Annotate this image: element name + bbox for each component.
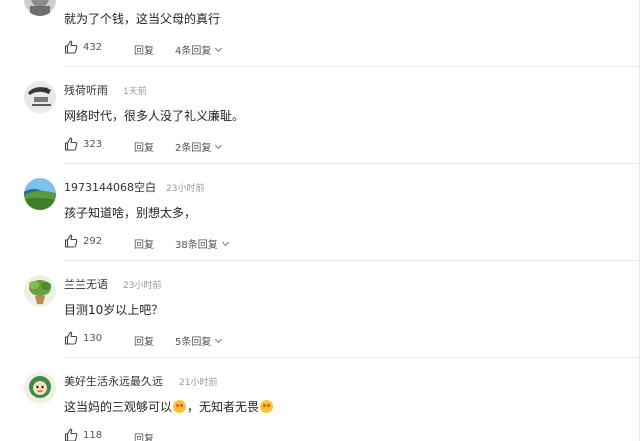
comment-text: 孩子知道啥，别想太多， xyxy=(64,206,197,220)
thumbs-up-icon xyxy=(64,234,78,248)
plant-avatar-icon xyxy=(24,275,56,307)
timestamp: 23小时前 xyxy=(166,184,205,194)
angry-face-emoji-icon xyxy=(173,400,187,413)
like-button[interactable]: 432 xyxy=(64,40,102,54)
reply-button[interactable]: 回复 xyxy=(134,236,154,251)
view-replies-button[interactable]: 2条回复 xyxy=(175,139,223,154)
like-button[interactable]: 323 xyxy=(64,137,102,151)
replies-count-label: 4条回复 xyxy=(175,46,212,57)
chevron-down-icon xyxy=(215,44,223,53)
angry-face-emoji-icon xyxy=(260,400,274,413)
comment-list: 就为了个钱，这当父母的真行 432 回复 4条回复 残荷听雨 1天前 网络时代，… xyxy=(0,0,640,441)
comment-text: 网络时代，很多人没了礼义廉耻。 xyxy=(64,109,245,123)
reply-button[interactable]: 回复 xyxy=(134,333,154,348)
chevron-down-icon xyxy=(215,141,223,150)
avatar[interactable] xyxy=(24,372,56,404)
comment-item: 残荷听雨 1天前 网络时代，很多人没了礼义廉耻。 323 回复 2条回复 xyxy=(0,67,640,164)
avatar[interactable] xyxy=(24,178,56,210)
user-avatar-partial-icon xyxy=(24,0,56,16)
like-count: 118 xyxy=(83,429,103,441)
timestamp: 23小时前 xyxy=(123,281,162,291)
timestamp: 1天前 xyxy=(123,87,147,97)
like-button[interactable]: 130 xyxy=(64,331,102,345)
comment-item: 1973144068空白 23小时前 孩子知道啥，别想太多， 292 回复 38… xyxy=(0,164,640,261)
comment-item: 就为了个钱，这当父母的真行 432 回复 4条回复 xyxy=(0,0,640,67)
reply-button[interactable]: 回复 xyxy=(134,430,154,441)
replies-count-label: 38条回复 xyxy=(175,240,218,251)
timestamp: 21小时前 xyxy=(179,378,218,388)
avatar[interactable] xyxy=(24,0,56,16)
comment-text: 目测10岁以上吧？ xyxy=(64,303,164,317)
landscape-avatar-icon xyxy=(24,178,56,210)
reply-button[interactable]: 回复 xyxy=(134,139,154,154)
avatar[interactable] xyxy=(24,81,56,113)
comment-text: 这当妈的三观够可以 ，无知者无畏 xyxy=(64,398,274,415)
comment-text-part: 这当妈的三观够可以 xyxy=(64,400,173,414)
cartoon-avatar-icon xyxy=(24,372,56,404)
view-replies-button[interactable]: 38条回复 xyxy=(175,236,229,251)
avatar[interactable] xyxy=(24,275,56,307)
comment-item: 美好生活永远最久远 21小时前 这当妈的三观够可以 ，无知者无畏 118 回复 xyxy=(0,358,640,441)
view-replies-button[interactable]: 5条回复 xyxy=(175,333,223,348)
comment-section: 就为了个钱，这当父母的真行 432 回复 4条回复 残荷听雨 1天前 网络时代，… xyxy=(0,0,640,441)
rain-lotus-avatar-icon xyxy=(24,81,56,113)
thumbs-up-icon xyxy=(64,331,78,345)
comment-item: 兰兰无语 23小时前 目测10岁以上吧？ 130 回复 5条回复 xyxy=(0,261,640,358)
like-button[interactable]: 292 xyxy=(64,234,102,248)
comment-text: 就为了个钱，这当父母的真行 xyxy=(64,12,221,26)
thumbs-up-icon xyxy=(64,40,78,54)
view-replies-button[interactable]: 4条回复 xyxy=(175,42,223,57)
chevron-down-icon xyxy=(215,335,223,344)
username[interactable]: 兰兰无语 xyxy=(64,276,108,292)
reply-button[interactable]: 回复 xyxy=(134,42,154,57)
replies-count-label: 5条回复 xyxy=(175,337,212,348)
like-count: 323 xyxy=(83,138,103,150)
like-count: 432 xyxy=(83,41,103,53)
username[interactable]: 1973144068空白 xyxy=(64,179,156,195)
like-count: 130 xyxy=(83,332,103,344)
username[interactable]: 残荷听雨 xyxy=(64,82,108,98)
thumbs-up-icon xyxy=(64,137,78,151)
chevron-down-icon xyxy=(221,238,229,247)
username[interactable]: 美好生活永远最久远 xyxy=(64,373,163,389)
like-button[interactable]: 118 xyxy=(64,428,102,441)
comment-text-part: ，无知者无畏 xyxy=(187,400,260,414)
replies-count-label: 2条回复 xyxy=(175,143,212,154)
thumbs-up-icon xyxy=(64,428,78,441)
like-count: 292 xyxy=(83,235,103,247)
